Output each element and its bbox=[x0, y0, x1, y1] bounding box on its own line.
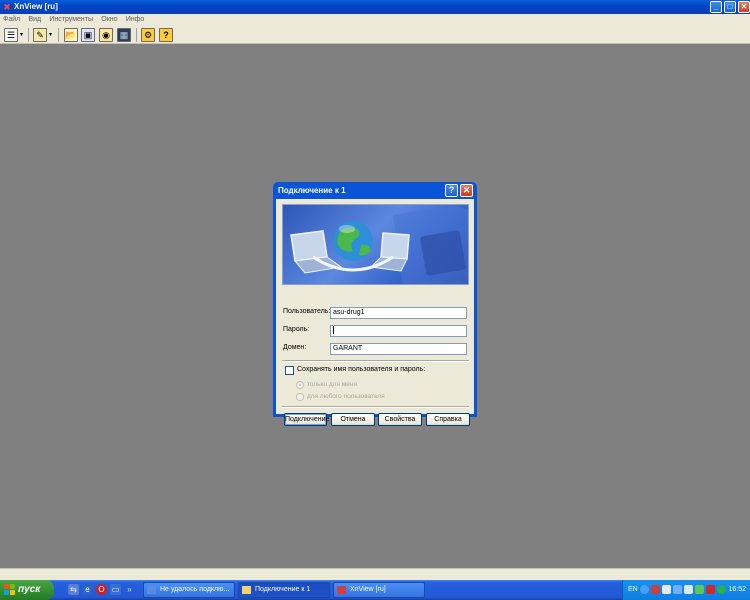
browse-dropdown-icon[interactable]: ▾ bbox=[49, 31, 52, 38]
dialog-titlebar[interactable]: Подключение к 1 ? ✕ bbox=[276, 182, 474, 199]
connection-tray-icon[interactable] bbox=[673, 585, 682, 594]
dialog-body: Пользователь: asu-drug1 Пароль: Домен: G… bbox=[276, 199, 474, 426]
domain-field[interactable]: GARANT bbox=[330, 343, 467, 355]
close-button[interactable]: ✕ bbox=[738, 1, 750, 13]
minimize-button[interactable]: _ bbox=[710, 1, 722, 13]
capture-icon[interactable]: ◉ bbox=[99, 28, 113, 42]
taskbar: пуск ⇆ e O ▭ » Не удалось подклю... Подк… bbox=[0, 580, 750, 600]
password-field[interactable] bbox=[330, 325, 467, 337]
dialog-title: Подключение к 1 bbox=[278, 186, 346, 195]
connect-button[interactable]: Подключение bbox=[284, 413, 329, 426]
radio-only-me[interactable] bbox=[296, 381, 304, 389]
dialog-close-button[interactable]: ✕ bbox=[460, 184, 473, 197]
volume-tray-icon[interactable] bbox=[662, 585, 671, 594]
maximize-button[interactable]: □ bbox=[724, 1, 736, 13]
view-mode-icon[interactable]: ☰ bbox=[4, 28, 18, 42]
taskbar-item-connect-dialog[interactable]: Подключение к 1 bbox=[238, 582, 330, 598]
properties-button[interactable]: Свойства bbox=[378, 413, 422, 426]
menu-bar: Файл Вид Инструменты Окно Инфо bbox=[0, 14, 750, 26]
radio-any-user[interactable] bbox=[296, 393, 304, 401]
network-tray-icon[interactable] bbox=[640, 585, 649, 594]
menu-info[interactable]: Инфо bbox=[123, 15, 148, 23]
user-label: Пользователь: bbox=[283, 308, 331, 315]
ie-quicklaunch-icon[interactable]: e bbox=[82, 584, 93, 595]
status-tray-icon[interactable] bbox=[695, 585, 704, 594]
dialog-help-button[interactable]: ? bbox=[445, 184, 458, 197]
display-tray-icon[interactable] bbox=[684, 585, 693, 594]
network-illustration bbox=[290, 205, 468, 284]
toolbar-separator bbox=[136, 28, 137, 42]
xnview-task-icon bbox=[337, 586, 346, 594]
start-label: пуск bbox=[18, 584, 41, 595]
save-credentials-checkbox[interactable] bbox=[285, 366, 294, 375]
system-tray: EN 16:52 bbox=[622, 580, 750, 600]
save-icon[interactable]: ▣ bbox=[81, 28, 95, 42]
icq-tray-icon[interactable] bbox=[717, 585, 726, 594]
view-mode-dropdown-icon[interactable]: ▾ bbox=[20, 31, 23, 38]
domain-label: Домен: bbox=[283, 344, 307, 351]
menu-tools[interactable]: Инструменты bbox=[46, 15, 96, 23]
antivirus-tray-icon[interactable] bbox=[651, 585, 660, 594]
network-banner-image bbox=[282, 204, 469, 285]
opera-quicklaunch-icon[interactable]: O bbox=[96, 584, 107, 595]
taskbar-item-label: XnView [ru] bbox=[350, 586, 386, 593]
dialog-separator bbox=[282, 360, 469, 362]
browse-folder-icon[interactable]: ✎ bbox=[33, 28, 47, 42]
cancel-button[interactable]: Отмена bbox=[331, 413, 375, 426]
network-task-icon bbox=[147, 586, 156, 594]
kaspersky-tray-icon[interactable] bbox=[706, 585, 715, 594]
start-button[interactable]: пуск bbox=[0, 580, 54, 600]
taskbar-item-connect-failed[interactable]: Не удалось подклю... bbox=[143, 582, 235, 598]
connect-dialog: Подключение к 1 ? ✕ Пользователь: asu-dr… bbox=[273, 182, 477, 426]
radio-any-user-label: для любого пользователя bbox=[307, 393, 385, 400]
language-indicator[interactable]: EN bbox=[628, 586, 638, 593]
folder-task-icon bbox=[242, 586, 251, 594]
dialog-separator bbox=[282, 406, 469, 408]
taskbar-item-label: Не удалось подклю... bbox=[160, 586, 230, 593]
taskbar-item-label: Подключение к 1 bbox=[255, 586, 311, 593]
xnview-app-icon: ✖ bbox=[3, 2, 11, 12]
quicklaunch-expand-icon[interactable]: » bbox=[124, 584, 135, 595]
menu-view[interactable]: Вид bbox=[25, 15, 44, 23]
window-title: XnView [ru] bbox=[14, 2, 58, 11]
save-credentials-label: Сохранять имя пользователя и пароль: bbox=[297, 366, 426, 373]
app-titlebar[interactable]: ✖ XnView [ru] _ □ ✕ bbox=[0, 0, 750, 14]
windows-flag-icon bbox=[4, 584, 15, 595]
password-label: Пароль: bbox=[283, 326, 310, 333]
status-bar bbox=[0, 568, 750, 580]
taskbar-item-xnview[interactable]: XnView [ru] bbox=[333, 582, 425, 598]
text-cursor bbox=[333, 326, 334, 335]
desktop-quicklaunch-icon[interactable]: ▭ bbox=[110, 584, 121, 595]
network-quicklaunch-icon[interactable]: ⇆ bbox=[68, 584, 79, 595]
clock[interactable]: 16:52 bbox=[728, 586, 746, 593]
fullscreen-icon[interactable]: ▦ bbox=[117, 28, 131, 42]
toolbar: ☰ ▾ ✎ ▾ 📂 ▣ ◉ ▦ ⚙ ? bbox=[0, 26, 750, 44]
help-icon[interactable]: ? bbox=[159, 28, 173, 42]
user-field[interactable]: asu-drug1 bbox=[330, 307, 467, 319]
open-icon[interactable]: 📂 bbox=[64, 28, 78, 42]
toolbar-separator bbox=[28, 28, 29, 42]
menu-file[interactable]: Файл bbox=[0, 15, 23, 23]
settings-icon[interactable]: ⚙ bbox=[141, 28, 155, 42]
radio-only-me-label: только для меня bbox=[307, 381, 357, 388]
menu-window[interactable]: Окно bbox=[98, 15, 120, 23]
help-button[interactable]: Справка bbox=[426, 413, 470, 426]
toolbar-separator bbox=[58, 28, 59, 42]
